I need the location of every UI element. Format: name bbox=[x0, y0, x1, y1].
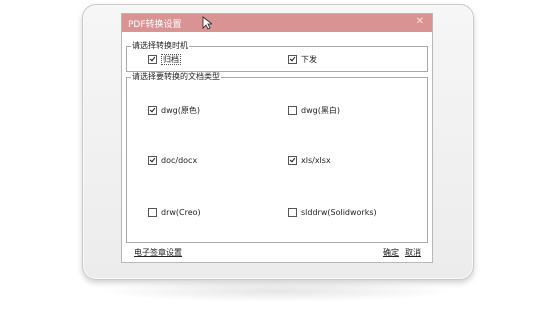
title-bar[interactable]: PDF转换设置 ✕ bbox=[122, 14, 432, 32]
option-slddrw-label: slddrw(Solidworks) bbox=[301, 207, 377, 217]
option-dwg-mono-label: dwg(黑白) bbox=[301, 105, 340, 115]
option-doc[interactable]: doc/docx bbox=[148, 155, 197, 165]
option-archive[interactable]: 归档 bbox=[148, 53, 181, 65]
option-drw-creo[interactable]: drw(Creo) bbox=[148, 207, 201, 217]
option-xls-label: xls/xlsx bbox=[301, 155, 331, 165]
checkbox-unchecked-icon[interactable] bbox=[288, 207, 297, 217]
mouse-cursor-icon bbox=[202, 16, 212, 30]
checkbox-checked-icon[interactable] bbox=[148, 105, 157, 115]
ok-button[interactable]: 确定 bbox=[383, 247, 399, 258]
option-archive-label: 归档 bbox=[161, 53, 181, 65]
cancel-button[interactable]: 取消 bbox=[405, 247, 421, 258]
document-type-label: 请选择要转换的文档类型 bbox=[131, 72, 221, 82]
device-shadow bbox=[96, 280, 458, 302]
option-slddrw[interactable]: slddrw(Solidworks) bbox=[288, 207, 377, 217]
option-drw-creo-label: drw(Creo) bbox=[161, 207, 201, 217]
close-icon: ✕ bbox=[415, 16, 424, 27]
checkbox-unchecked-icon[interactable] bbox=[288, 105, 297, 115]
checkbox-checked-icon[interactable] bbox=[288, 54, 297, 64]
checkbox-unchecked-icon[interactable] bbox=[148, 207, 157, 217]
conversion-timing-group: 请选择转换时机 归档 下发 bbox=[126, 41, 428, 72]
document-type-group: 请选择要转换的文档类型 dwg(原色) dwg(黑白) doc/docx xls… bbox=[126, 72, 428, 243]
signature-settings-link[interactable]: 电子签章设置 bbox=[134, 247, 182, 258]
checkbox-checked-icon[interactable] bbox=[148, 155, 157, 165]
close-button[interactable]: ✕ bbox=[416, 16, 424, 27]
option-issue[interactable]: 下发 bbox=[288, 54, 317, 64]
option-dwg-color[interactable]: dwg(原色) bbox=[148, 105, 200, 115]
window-title: PDF转换设置 bbox=[128, 20, 182, 30]
pdf-conversion-settings-dialog: PDF转换设置 ✕ 请选择转换时机 归档 下发 请选择要转换的文档类型 dwg(… bbox=[121, 13, 433, 263]
option-dwg-color-label: dwg(原色) bbox=[161, 105, 200, 115]
conversion-timing-label: 请选择转换时机 bbox=[131, 41, 189, 51]
option-doc-label: doc/docx bbox=[161, 155, 198, 165]
option-issue-label: 下发 bbox=[301, 54, 317, 64]
checkbox-checked-icon[interactable] bbox=[148, 54, 157, 64]
option-xls[interactable]: xls/xlsx bbox=[288, 155, 331, 165]
checkbox-checked-icon[interactable] bbox=[288, 155, 297, 165]
option-dwg-mono[interactable]: dwg(黑白) bbox=[288, 105, 340, 115]
